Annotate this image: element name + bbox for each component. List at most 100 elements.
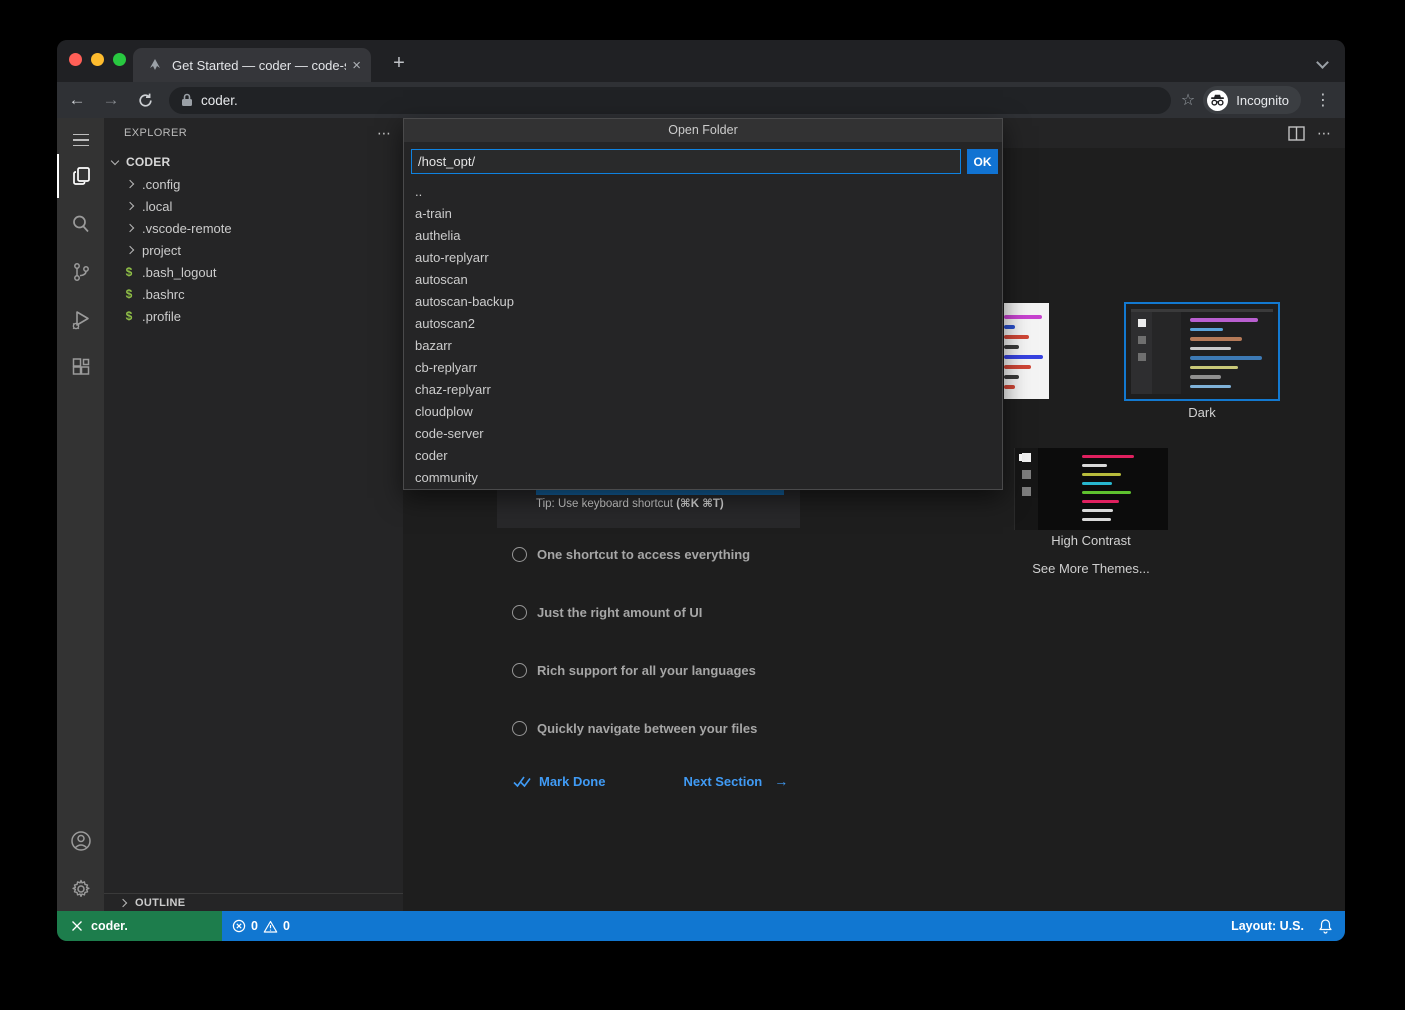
shell-file-icon: $ bbox=[124, 265, 134, 279]
new-tab-button[interactable]: + bbox=[385, 50, 413, 78]
tree-item-vscode-remote[interactable]: .vscode-remote bbox=[104, 217, 403, 239]
ok-button[interactable]: OK bbox=[967, 149, 998, 174]
reload-icon bbox=[137, 92, 154, 109]
folder-path-input[interactable] bbox=[411, 149, 961, 174]
checklist-item-shortcut[interactable]: One shortcut to access everything bbox=[512, 547, 750, 562]
folder-list-item[interactable]: .. bbox=[404, 181, 1002, 203]
gear-icon bbox=[69, 877, 93, 901]
explorer-tab-button[interactable] bbox=[57, 154, 104, 198]
tree-item-label: project bbox=[142, 243, 181, 258]
checklist-item-languages[interactable]: Rich support for all your languages bbox=[512, 663, 756, 678]
folder-list-item[interactable]: autoscan bbox=[404, 269, 1002, 291]
code-server-favicon-icon bbox=[147, 57, 163, 73]
checklist-item-ui[interactable]: Just the right amount of UI bbox=[512, 605, 702, 620]
high-contrast-theme-label: High Contrast bbox=[1004, 533, 1178, 548]
see-more-themes-link[interactable]: See More Themes... bbox=[1004, 561, 1178, 576]
incognito-label: Incognito bbox=[1236, 93, 1289, 108]
split-editor-button[interactable] bbox=[1288, 126, 1305, 141]
accounts-button[interactable] bbox=[57, 819, 104, 863]
status-bar-right: Layout: U.S. bbox=[1231, 918, 1345, 934]
problems-indicator[interactable]: 0 0 bbox=[232, 919, 290, 933]
settings-button[interactable] bbox=[57, 867, 104, 911]
folder-list-item[interactable]: bazarr bbox=[404, 335, 1002, 357]
search-icon bbox=[70, 213, 92, 235]
folder-list-item[interactable]: a-train bbox=[404, 203, 1002, 225]
checklist-item-navigate[interactable]: Quickly navigate between your files bbox=[512, 721, 757, 736]
dialog-title: Open Folder bbox=[404, 119, 1002, 142]
tree-root-label: CODER bbox=[126, 155, 170, 169]
window-controls bbox=[69, 53, 126, 66]
back-button[interactable]: ← bbox=[63, 90, 91, 110]
light-theme-thumbnail[interactable] bbox=[1004, 303, 1049, 399]
high-contrast-theme-thumbnail[interactable] bbox=[1014, 448, 1168, 530]
extensions-tab-button[interactable] bbox=[57, 346, 104, 390]
tree-item-project[interactable]: project bbox=[104, 239, 403, 261]
folder-list-item[interactable]: coder bbox=[404, 445, 1002, 467]
reload-button[interactable] bbox=[131, 92, 159, 109]
browser-menu-button[interactable]: ⋮ bbox=[1315, 90, 1331, 110]
tree-item-local[interactable]: .local bbox=[104, 195, 403, 217]
folder-list-item[interactable]: code-server bbox=[404, 423, 1002, 445]
radio-circle-icon bbox=[512, 605, 527, 620]
address-bar[interactable]: coder. bbox=[169, 87, 1171, 114]
url-text: coder. bbox=[201, 93, 238, 108]
sidebar-more-actions-button[interactable]: ⋯ bbox=[377, 125, 391, 142]
radio-circle-icon bbox=[512, 547, 527, 562]
run-debug-tab-button[interactable] bbox=[57, 298, 104, 342]
arrow-right-icon: → bbox=[774, 773, 788, 789]
errors-count: 0 bbox=[251, 919, 258, 933]
tree-item-label: .local bbox=[142, 199, 172, 214]
source-control-tab-button[interactable] bbox=[57, 250, 104, 294]
tab-close-icon[interactable]: × bbox=[352, 57, 361, 74]
folder-list-item[interactable]: auto-replyarr bbox=[404, 247, 1002, 269]
chevron-right-icon bbox=[126, 246, 134, 254]
remote-indicator[interactable]: coder. bbox=[57, 911, 222, 941]
editor-more-actions-button[interactable]: ⋯ bbox=[1317, 125, 1331, 142]
outline-label: OUTLINE bbox=[135, 897, 185, 909]
folder-list-item[interactable]: autoscan-backup bbox=[404, 291, 1002, 313]
files-icon bbox=[70, 164, 94, 188]
tab-search-chevron-icon[interactable] bbox=[1316, 56, 1329, 69]
dark-theme-preview bbox=[1131, 309, 1273, 394]
tree-item-bash-logout[interactable]: $ .bash_logout bbox=[104, 261, 403, 283]
browser-tab[interactable]: Get Started — coder — code-s × bbox=[133, 48, 371, 82]
folder-list-item[interactable]: cb-replyarr bbox=[404, 357, 1002, 379]
tree-item-bashrc[interactable]: $ .bashrc bbox=[104, 283, 403, 305]
hamburger-icon bbox=[73, 134, 89, 147]
keyboard-layout-indicator[interactable]: Layout: U.S. bbox=[1231, 919, 1304, 933]
search-tab-button[interactable] bbox=[57, 202, 104, 246]
minimize-window-button[interactable] bbox=[91, 53, 104, 66]
mark-done-link[interactable]: Mark Done bbox=[539, 774, 605, 789]
tree-root-coder[interactable]: CODER bbox=[104, 151, 403, 173]
dark-theme-thumbnail-selected[interactable] bbox=[1124, 302, 1280, 401]
folder-list-item[interactable]: authelia bbox=[404, 225, 1002, 247]
tip-keys: (⌘K ⌘T) bbox=[676, 498, 724, 510]
bookmark-star-icon[interactable]: ☆ bbox=[1181, 90, 1195, 110]
chevron-right-icon bbox=[119, 898, 127, 906]
notifications-bell-icon[interactable] bbox=[1318, 918, 1333, 934]
close-window-button[interactable] bbox=[69, 53, 82, 66]
getting-started-footer: Mark Done Next Section → bbox=[513, 773, 788, 789]
browser-window: Get Started — coder — code-s × + ← → cod… bbox=[57, 40, 1345, 941]
tree-item-config[interactable]: .config bbox=[104, 173, 403, 195]
folder-list-item[interactable]: community bbox=[404, 467, 1002, 489]
chevron-right-icon bbox=[126, 202, 134, 210]
chevron-right-icon bbox=[126, 180, 134, 188]
radio-circle-icon bbox=[512, 663, 527, 678]
git-branch-icon bbox=[70, 261, 92, 283]
next-section-link[interactable]: Next Section bbox=[683, 774, 762, 789]
sidebar-header: EXPLORER ⋯ bbox=[104, 118, 403, 148]
errors-icon bbox=[232, 919, 246, 933]
extensions-icon bbox=[70, 357, 92, 379]
folder-list-item[interactable]: chaz-replyarr bbox=[404, 379, 1002, 401]
outline-section-header[interactable]: OUTLINE bbox=[104, 893, 403, 911]
chevron-right-icon bbox=[126, 224, 134, 232]
shell-file-icon: $ bbox=[124, 309, 134, 323]
forward-button[interactable]: → bbox=[97, 90, 125, 110]
tree-item-profile[interactable]: $ .profile bbox=[104, 305, 403, 327]
incognito-badge: Incognito bbox=[1203, 86, 1301, 114]
maximize-window-button[interactable] bbox=[113, 53, 126, 66]
double-check-icon bbox=[513, 775, 531, 788]
folder-list-item[interactable]: cloudplow bbox=[404, 401, 1002, 423]
folder-list-item[interactable]: autoscan2 bbox=[404, 313, 1002, 335]
